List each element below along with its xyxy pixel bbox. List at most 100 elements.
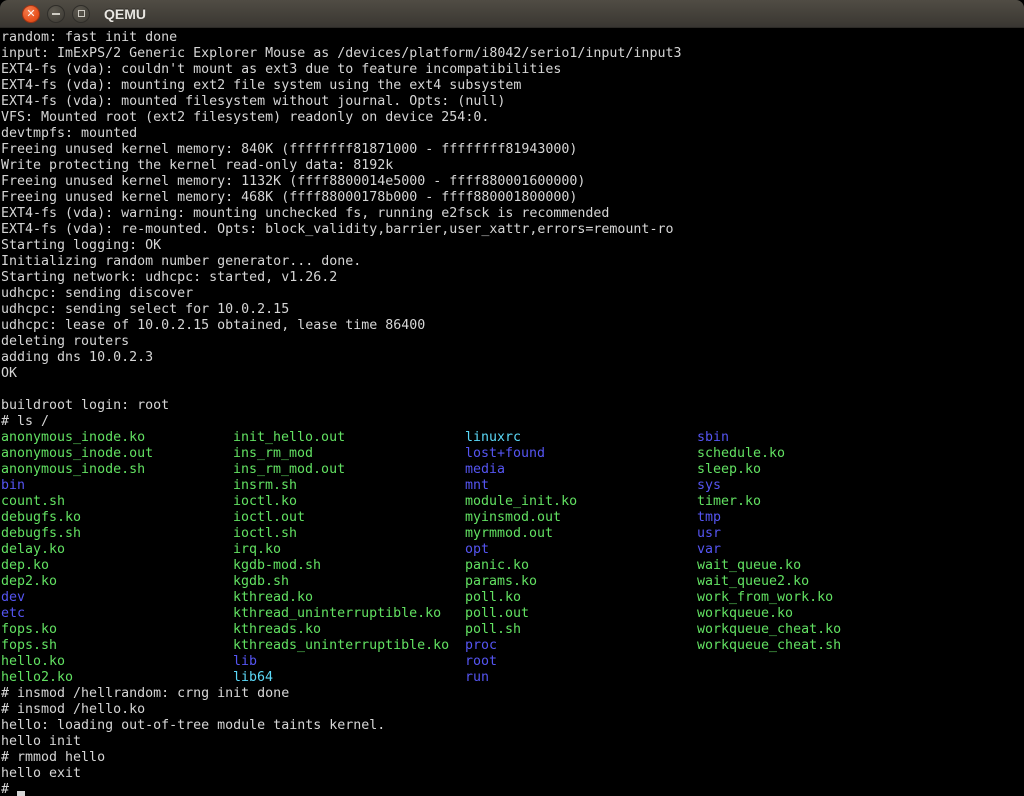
- minimize-button[interactable]: [47, 5, 65, 23]
- file-entry: poll.ko: [464, 590, 696, 606]
- file-entry: anonymous_inode.out: [0, 446, 232, 462]
- console-line: devtmpfs: mounted: [0, 126, 1024, 142]
- console-line: EXT4-fs (vda): warning: mounting uncheck…: [0, 206, 1024, 222]
- file-entry: anonymous_inode.sh: [0, 462, 232, 478]
- console-line: random: fast init done: [0, 30, 1024, 46]
- file-entry: wait_queue2.ko: [696, 574, 928, 590]
- file-entry: dep2.ko: [0, 574, 232, 590]
- console-line: Starting logging: OK: [0, 238, 1024, 254]
- file-entry: run: [464, 670, 696, 686]
- file-entry: params.ko: [464, 574, 696, 590]
- file-entry: hello.ko: [0, 654, 232, 670]
- file-entry: ioctl.sh: [232, 526, 464, 542]
- console-line: # ls /: [0, 414, 1024, 430]
- file-entry: var: [696, 542, 928, 558]
- file-entry: sbin: [696, 430, 928, 446]
- minimize-icon: [52, 13, 60, 15]
- file-entry: kthread.ko: [232, 590, 464, 606]
- console-line: # insmod /hellrandom: crng init done: [0, 686, 1024, 702]
- file-entry: schedule.ko: [696, 446, 928, 462]
- file-entry: insrm.sh: [232, 478, 464, 494]
- shell-prompt: #: [1, 782, 17, 796]
- file-entry: opt: [464, 542, 696, 558]
- file-entry: ins_rm_mod: [232, 446, 464, 462]
- console-line: Initializing random number generator... …: [0, 254, 1024, 270]
- terminal-cursor: [17, 791, 25, 796]
- file-entry: work_from_work.ko: [696, 590, 928, 606]
- console-line: Starting network: udhcpc: started, v1.26…: [0, 270, 1024, 286]
- file-entry: root: [464, 654, 696, 670]
- file-entry: fops.ko: [0, 622, 232, 638]
- console-line: udhcpc: sending select for 10.0.2.15: [0, 302, 1024, 318]
- console-line: Freeing unused kernel memory: 840K (ffff…: [0, 142, 1024, 158]
- tail-output: # insmod /hellrandom: crng init done# in…: [0, 686, 1024, 782]
- file-entry: kthread_uninterruptible.ko: [232, 606, 464, 622]
- console-line: hello exit: [0, 766, 1024, 782]
- file-entry: init_hello.out: [232, 430, 464, 446]
- console-line: # insmod /hello.ko: [0, 702, 1024, 718]
- file-entry: dep.ko: [0, 558, 232, 574]
- console-line: EXT4-fs (vda): mounting ext2 file system…: [0, 78, 1024, 94]
- file-entry: poll.out: [464, 606, 696, 622]
- file-entry: mnt: [464, 478, 696, 494]
- shell-prompt-line: #: [0, 782, 1024, 796]
- file-entry: fops.sh: [0, 638, 232, 654]
- console-line: VFS: Mounted root (ext2 filesystem) read…: [0, 110, 1024, 126]
- console-line: [0, 382, 1024, 398]
- file-entry: poll.sh: [464, 622, 696, 638]
- console-line: Freeing unused kernel memory: 1132K (fff…: [0, 174, 1024, 190]
- file-entry: linuxrc: [464, 430, 696, 446]
- file-entry: etc: [0, 606, 232, 622]
- file-entry: lost+found: [464, 446, 696, 462]
- console-line: input: ImExPS/2 Generic Explorer Mouse a…: [0, 46, 1024, 62]
- file-entry: sleep.ko: [696, 462, 928, 478]
- file-entry: bin: [0, 478, 232, 494]
- file-entry: irq.ko: [232, 542, 464, 558]
- maximize-icon: [78, 10, 85, 17]
- file-entry: anonymous_inode.ko: [0, 430, 232, 446]
- console-line: udhcpc: sending discover: [0, 286, 1024, 302]
- file-entry: dev: [0, 590, 232, 606]
- window-titlebar: ✕ QEMU: [0, 0, 1024, 28]
- terminal-screen[interactable]: random: fast init doneinput: ImExPS/2 Ge…: [0, 28, 1024, 796]
- file-entry: debugfs.sh: [0, 526, 232, 542]
- window-title: QEMU: [104, 6, 146, 22]
- ls-output: anonymous_inode.koanonymous_inode.outano…: [0, 430, 1024, 686]
- file-entry: workqueue_cheat.sh: [696, 638, 928, 654]
- file-entry: lib: [232, 654, 464, 670]
- console-line: adding dns 10.0.2.3: [0, 350, 1024, 366]
- console-line: EXT4-fs (vda): couldn't mount as ext3 du…: [0, 62, 1024, 78]
- file-entry: debugfs.ko: [0, 510, 232, 526]
- console-line: # rmmod hello: [0, 750, 1024, 766]
- file-entry: kgdb.sh: [232, 574, 464, 590]
- console-line: Write protecting the kernel read-only da…: [0, 158, 1024, 174]
- console-line: hello: loading out-of-tree module taints…: [0, 718, 1024, 734]
- console-line: deleting routers: [0, 334, 1024, 350]
- close-icon: ✕: [26, 8, 35, 19]
- file-entry: kgdb-mod.sh: [232, 558, 464, 574]
- close-button[interactable]: ✕: [22, 5, 40, 23]
- file-entry: usr: [696, 526, 928, 542]
- file-entry: hello2.ko: [0, 670, 232, 686]
- file-entry: workqueue.ko: [696, 606, 928, 622]
- file-entry: ioctl.out: [232, 510, 464, 526]
- console-line: OK: [0, 366, 1024, 382]
- qemu-window: ✕ QEMU random: fast init doneinput: ImEx…: [0, 0, 1024, 796]
- file-entry: module_init.ko: [464, 494, 696, 510]
- console-line: udhcpc: lease of 10.0.2.15 obtained, lea…: [0, 318, 1024, 334]
- file-entry: kthreads.ko: [232, 622, 464, 638]
- file-entry: tmp: [696, 510, 928, 526]
- file-entry: timer.ko: [696, 494, 928, 510]
- file-entry: lib64: [232, 670, 464, 686]
- console-line: hello init: [0, 734, 1024, 750]
- file-entry: myrmmod.out: [464, 526, 696, 542]
- file-entry: ioctl.ko: [232, 494, 464, 510]
- file-entry: sys: [696, 478, 928, 494]
- console-line: buildroot login: root: [0, 398, 1024, 414]
- file-entry: wait_queue.ko: [696, 558, 928, 574]
- maximize-button[interactable]: [72, 5, 90, 23]
- console-line: EXT4-fs (vda): mounted filesystem withou…: [0, 94, 1024, 110]
- boot-output: random: fast init doneinput: ImExPS/2 Ge…: [0, 30, 1024, 430]
- file-entry: delay.ko: [0, 542, 232, 558]
- file-entry: count.sh: [0, 494, 232, 510]
